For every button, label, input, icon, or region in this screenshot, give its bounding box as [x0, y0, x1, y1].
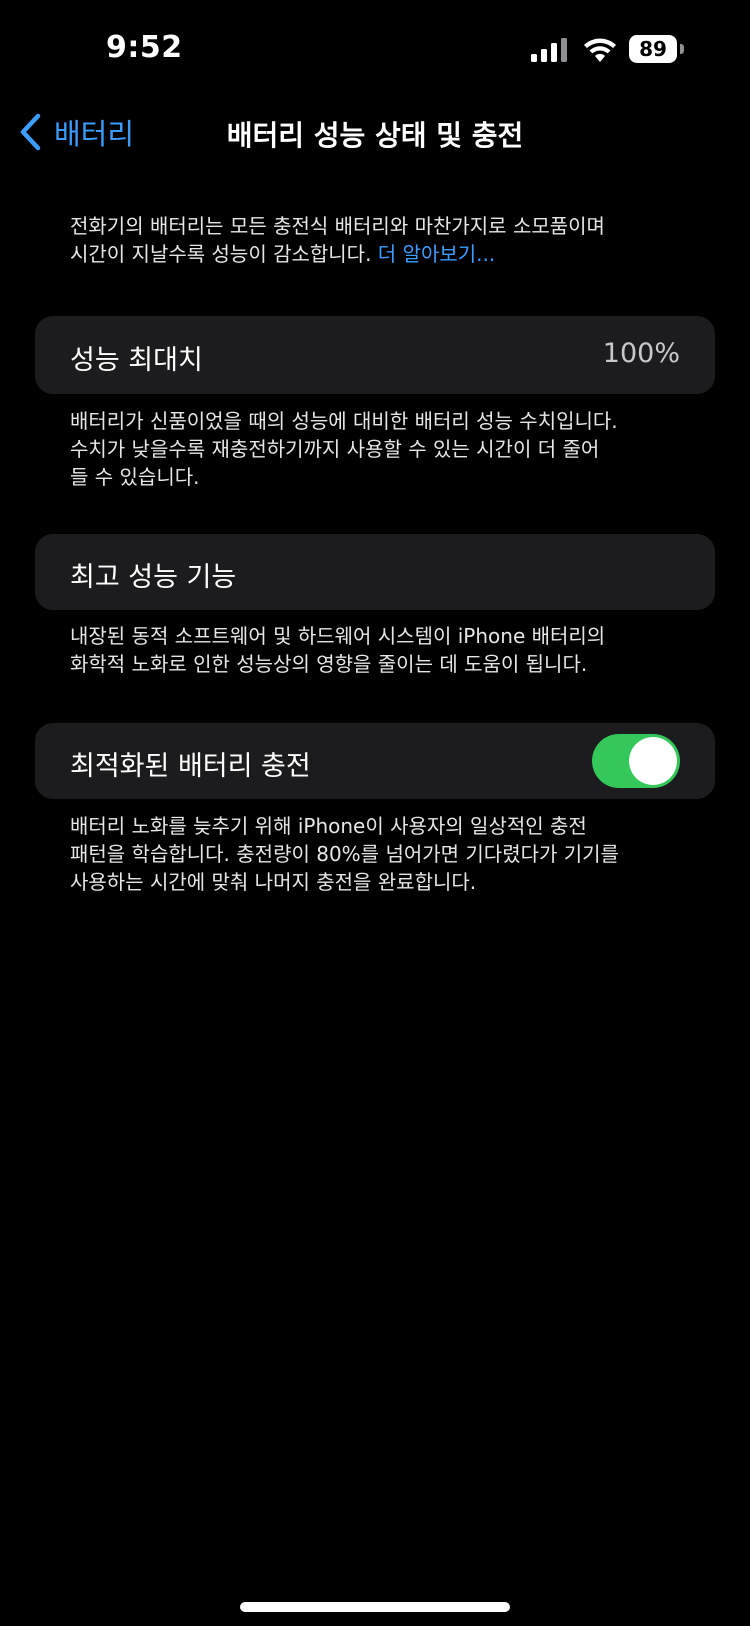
- max-capacity-cell: 성능 최대치 100%: [35, 316, 715, 394]
- optimized-charging-toggle[interactable]: [592, 734, 680, 788]
- peak-performance-cell[interactable]: 최고 성능 기능: [35, 534, 715, 610]
- optimized-charging-footer-line-3: 사용하는 시간에 맞춰 나머지 충전을 완료합니다.: [70, 870, 477, 894]
- toggle-knob: [629, 737, 677, 785]
- max-capacity-footer: 배터리가 신품이었을 때의 성능에 대비한 배터리 성능 수치입니다. 수치가 …: [70, 407, 690, 491]
- optimized-charging-footer-line-1: 배터리 노화를 늦추기 위해 iPhone이 사용자의 일상적인 충전: [70, 814, 587, 838]
- peak-performance-label: 최고 성능 기능: [70, 562, 237, 593]
- optimized-charging-cell: 최적화된 배터리 충전: [35, 723, 715, 799]
- nav-bar: 배터리 배터리 성능 상태 및 충전: [0, 100, 750, 162]
- intro-line-1: 전화기의 배터리는 모든 충전식 배터리와 마찬가지로 소모품이며: [70, 214, 605, 238]
- status-time: 9:52: [106, 30, 183, 65]
- max-capacity-value: 100%: [602, 338, 680, 369]
- optimized-charging-footer-line-2: 패턴을 학습합니다. 충전량이 80%를 넘어가면 기다렸다가 기기를: [70, 842, 619, 866]
- page-title: 배터리 성능 상태 및 충전: [226, 119, 524, 152]
- wifi-icon: [584, 38, 616, 62]
- peak-performance-footer-line-1: 내장된 동적 소프트웨어 및 하드웨어 시스템이 iPhone 배터리의: [70, 624, 606, 648]
- learn-more-link[interactable]: 더 알아보기...: [378, 242, 495, 266]
- max-capacity-footer-line-2: 수치가 낮을수록 재충전하기까지 사용할 수 있는 시간이 더 줄어: [70, 437, 600, 461]
- peak-performance-footer-line-2: 화학적 노화로 인한 성능상의 영향을 줄이는 데 도움이 됩니다.: [70, 652, 588, 676]
- home-indicator[interactable]: [240, 1602, 510, 1612]
- intro-text: 전화기의 배터리는 모든 충전식 배터리와 마찬가지로 소모품이며 시간이 지날…: [70, 212, 690, 268]
- battery-icon: 89: [629, 35, 685, 63]
- max-capacity-label: 성능 최대치: [70, 345, 203, 376]
- intro-line-2-text: 시간이 지날수록 성능이 감소합니다.: [70, 242, 372, 266]
- battery-level: 89: [639, 37, 667, 61]
- status-bar: 9:52 89: [0, 0, 750, 100]
- signal-icon: [531, 38, 567, 62]
- optimized-charging-label: 최적화된 배터리 충전: [70, 751, 311, 782]
- intro-line-2: 시간이 지날수록 성능이 감소합니다. 더 알아보기...: [70, 240, 690, 268]
- battery-cap: [680, 44, 684, 54]
- optimized-charging-footer: 배터리 노화를 늦추기 위해 iPhone이 사용자의 일상적인 충전 패턴을 …: [70, 812, 690, 896]
- max-capacity-footer-line-3: 들 수 있습니다.: [70, 465, 200, 489]
- peak-performance-footer: 내장된 동적 소프트웨어 및 하드웨어 시스템이 iPhone 배터리의 화학적…: [70, 622, 690, 678]
- max-capacity-footer-line-1: 배터리가 신품이었을 때의 성능에 대비한 배터리 성능 수치입니다.: [70, 409, 618, 433]
